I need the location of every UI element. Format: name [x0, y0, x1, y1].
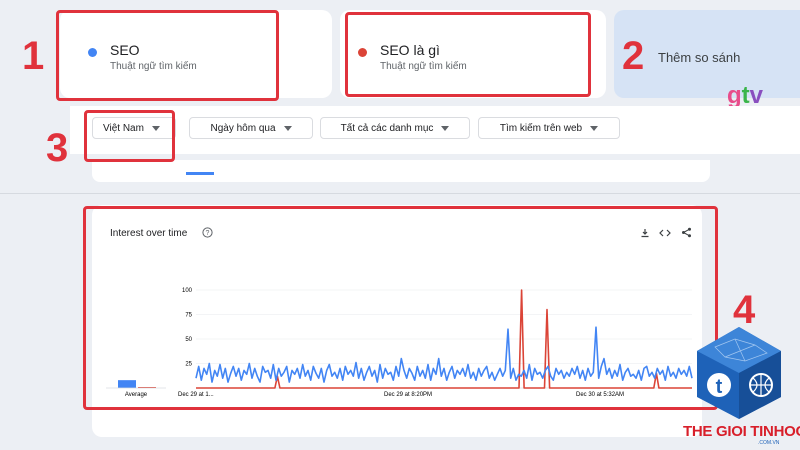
chevron-down-icon: [590, 125, 599, 131]
step-number-3: 3: [46, 126, 69, 170]
highlight-box-4: [83, 206, 718, 410]
add-compare-label: Thêm so sánh: [658, 50, 741, 65]
highlight-box-2: [345, 12, 591, 97]
category-value: Tất cả các danh mục: [340, 122, 434, 134]
tab-indicator: [186, 172, 214, 175]
chevron-down-icon: [441, 125, 450, 131]
step-number-1: 1: [22, 34, 45, 78]
highlight-box-3: [84, 110, 175, 162]
tab-strip: [92, 160, 710, 182]
thegioitinhoc-logo: t: [697, 327, 781, 419]
highlight-box-1: [56, 10, 279, 101]
divider: [0, 193, 800, 194]
search-type-select[interactable]: Tìm kiếm trên web: [478, 117, 620, 139]
time-value: Ngày hôm qua: [210, 122, 276, 134]
step-number-2: 2: [622, 34, 645, 78]
time-select[interactable]: Ngày hôm qua: [189, 117, 313, 139]
chevron-down-icon: [283, 125, 292, 131]
brand-domain: .COM.VN: [758, 440, 780, 446]
category-select[interactable]: Tất cả các danh mục: [320, 117, 470, 139]
step-number-4: 4: [733, 288, 756, 332]
brand-name: THE GIOI TINHOC: [683, 423, 800, 440]
search-type-value: Tìm kiếm trên web: [499, 122, 583, 134]
gtv-logo: gtv: [727, 82, 764, 109]
svg-text:t: t: [716, 376, 723, 398]
